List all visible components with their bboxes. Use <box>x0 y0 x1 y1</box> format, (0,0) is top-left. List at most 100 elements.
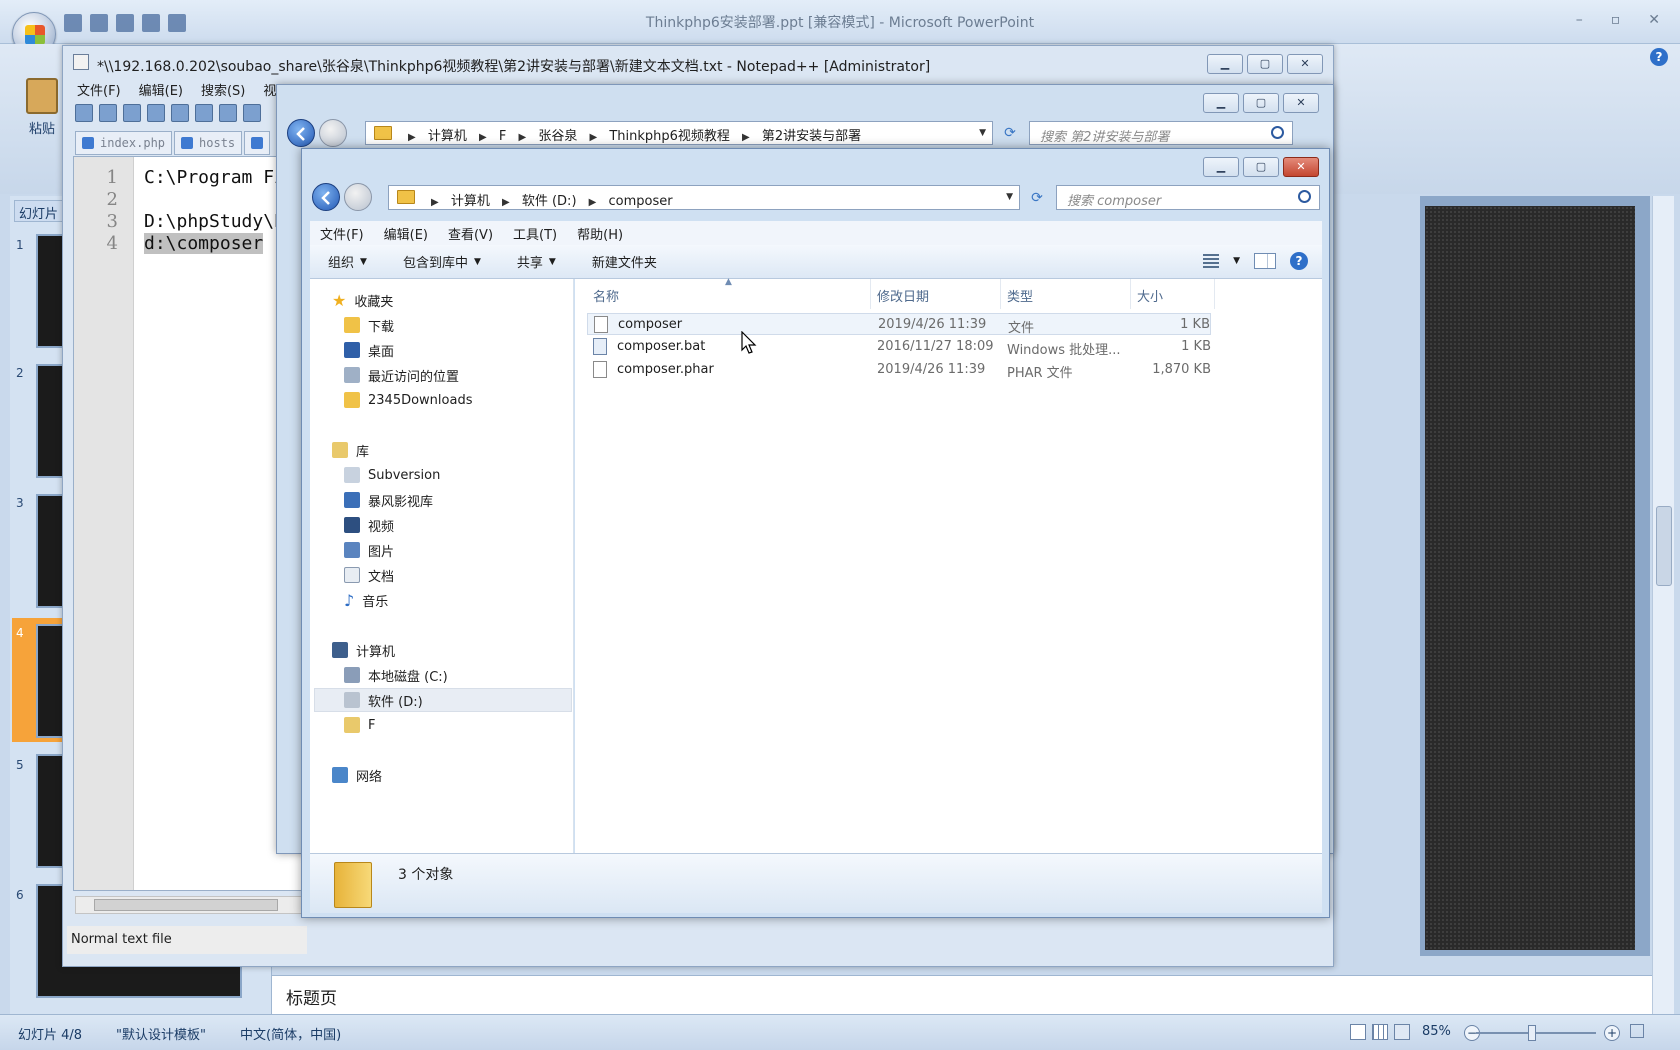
save-all-icon[interactable] <box>147 104 165 122</box>
nav-subversion[interactable]: Subversion <box>344 464 440 486</box>
breadcrumb-item[interactable]: 软件 (D:) <box>522 194 577 209</box>
cut-icon[interactable] <box>243 104 261 122</box>
breadcrumb-item[interactable]: 第2讲安装与部署 <box>762 129 861 144</box>
close-icon[interactable]: ✕ <box>1287 54 1323 74</box>
help-icon[interactable]: ? <box>1290 252 1308 270</box>
print-preview-icon[interactable] <box>168 14 186 32</box>
new-folder-button[interactable]: 新建文件夹 <box>574 252 675 271</box>
open-file-icon[interactable] <box>99 104 117 122</box>
minimize-icon[interactable]: ▁ <box>1203 93 1239 113</box>
nav-2345downloads[interactable]: 2345Downloads <box>344 389 472 411</box>
preview-pane-icon[interactable] <box>1254 253 1276 269</box>
nav-drive-c[interactable]: 本地磁盘 (C:) <box>344 664 448 686</box>
zoom-slider-thumb[interactable] <box>1528 1025 1536 1041</box>
nav-documents[interactable]: 文档 <box>344 564 394 586</box>
maximize-icon[interactable]: ▫ <box>1611 12 1621 28</box>
back-button[interactable] <box>312 183 340 211</box>
minimize-icon[interactable]: ▁ <box>1207 54 1243 74</box>
address-bar[interactable]: ▶ 计算机 ▶ 软件 (D:) ▶ composer ▼ <box>388 185 1020 210</box>
tab-hosts[interactable]: hosts <box>174 131 243 155</box>
save-icon[interactable] <box>64 14 82 32</box>
horizontal-scrollbar[interactable] <box>75 896 303 914</box>
nav-network[interactable]: 网络 <box>332 764 382 786</box>
search-input[interactable]: 搜索 第2讲安装与部署 <box>1029 121 1293 145</box>
menu-view[interactable]: 查看(V) <box>438 221 503 245</box>
menu-search[interactable]: 搜索(S) <box>201 80 245 102</box>
maximize-icon[interactable]: ▢ <box>1243 93 1279 113</box>
chevron-down-icon[interactable]: ▼ <box>979 128 986 138</box>
close-icon[interactable]: ✕ <box>1283 93 1319 113</box>
breadcrumb-item[interactable]: composer <box>609 194 673 209</box>
breadcrumb-item[interactable]: 张谷泉 <box>538 129 577 144</box>
chevron-down-icon[interactable]: ▼ <box>1233 256 1240 266</box>
nav-desktop[interactable]: 桌面 <box>344 339 394 361</box>
nav-libraries[interactable]: 库 <box>332 439 369 461</box>
scrollbar-thumb[interactable] <box>1656 506 1672 586</box>
close-file-icon[interactable] <box>171 104 189 122</box>
file-row[interactable]: composer.phar 2019/4/26 11:39 PHAR 文件 1,… <box>587 359 1211 381</box>
save-icon[interactable] <box>123 104 141 122</box>
nav-recent-places[interactable]: 最近访问的位置 <box>344 364 459 386</box>
tab-current[interactable] <box>244 131 271 155</box>
notepad-editor[interactable]: 1 2 3 4 C:\Program Fi D:\phpStudy\PH d:\… <box>73 156 303 891</box>
undo-icon[interactable] <box>90 14 108 32</box>
menu-file[interactable]: 文件(F) <box>310 221 374 245</box>
close-icon[interactable]: ✕ <box>1648 12 1660 28</box>
menu-help[interactable]: 帮助(H) <box>567 221 633 245</box>
redo-icon[interactable] <box>116 14 134 32</box>
refresh-icon[interactable]: ⟳ <box>1026 187 1048 209</box>
zoom-slider[interactable] <box>1476 1032 1596 1034</box>
nav-pictures[interactable]: 图片 <box>344 539 394 561</box>
paste-button[interactable]: 粘贴 <box>18 78 66 148</box>
sorter-view-icon[interactable] <box>1372 1024 1388 1040</box>
menu-tools[interactable]: 工具(T) <box>503 221 567 245</box>
nav-downloads[interactable]: 下载 <box>344 314 394 336</box>
organize-button[interactable]: 组织 ▼ <box>310 252 385 271</box>
share-button[interactable]: 共享 ▼ <box>499 252 574 271</box>
breadcrumb-item[interactable]: F <box>499 129 506 144</box>
maximize-icon[interactable]: ▢ <box>1243 157 1279 177</box>
column-type[interactable]: 类型 <box>1001 279 1131 309</box>
nav-music[interactable]: ♪ 音乐 <box>344 589 388 611</box>
search-icon[interactable] <box>1271 126 1284 139</box>
nav-baofeng-library[interactable]: 暴风影视库 <box>344 489 433 511</box>
zoom-level[interactable]: 85% <box>1422 1024 1451 1039</box>
help-icon[interactable]: ? <box>1650 48 1668 66</box>
normal-view-icon[interactable] <box>1350 1024 1366 1040</box>
column-size[interactable]: 大小 <box>1131 279 1215 309</box>
fit-window-icon[interactable] <box>1630 1024 1644 1038</box>
search-input[interactable]: 搜索 composer <box>1056 185 1320 210</box>
forward-button[interactable] <box>319 119 347 147</box>
address-bar[interactable]: ▶ 计算机 ▶ F ▶ 张谷泉 ▶ Thinkphp6视频教程 ▶ 第2讲安装与… <box>365 121 993 145</box>
nav-videos[interactable]: 视频 <box>344 514 394 536</box>
nav-drive-d[interactable]: 软件 (D:) <box>344 689 423 711</box>
breadcrumb-item[interactable]: 计算机 <box>451 194 490 209</box>
menu-edit[interactable]: 编辑(E) <box>374 221 438 245</box>
notes-pane[interactable]: 标题页 <box>272 975 1652 1015</box>
print-icon[interactable] <box>219 104 237 122</box>
breadcrumb-item[interactable]: Thinkphp6视频教程 <box>609 129 730 144</box>
breadcrumb-item[interactable]: 计算机 <box>428 129 467 144</box>
search-icon[interactable] <box>1298 190 1311 203</box>
slide-canvas[interactable] <box>1425 206 1635 950</box>
nav-drive-f[interactable]: F <box>344 714 375 736</box>
nav-favorites[interactable]: ★ 收藏夹 <box>332 289 393 311</box>
back-button[interactable] <box>287 119 315 147</box>
new-file-icon[interactable] <box>75 104 93 122</box>
include-in-library-button[interactable]: 包含到库中 ▼ <box>385 252 499 271</box>
forward-button[interactable] <box>344 183 372 211</box>
menu-edit[interactable]: 编辑(E) <box>139 80 183 102</box>
minimize-icon[interactable]: – <box>1576 12 1583 28</box>
slideshow-view-icon[interactable] <box>1394 1024 1410 1040</box>
close-all-icon[interactable] <box>195 104 213 122</box>
file-row[interactable]: composer 2019/4/26 11:39 文件 1 KB <box>587 313 1211 336</box>
file-row[interactable]: composer.bat 2016/11/27 18:09 Windows 批处… <box>587 336 1211 358</box>
minimize-icon[interactable]: ▁ <box>1203 157 1239 177</box>
column-date-modified[interactable]: 修改日期 <box>871 279 1001 309</box>
scrollbar-thumb[interactable] <box>94 899 278 911</box>
print-icon[interactable] <box>142 14 160 32</box>
maximize-icon[interactable]: ▢ <box>1247 54 1283 74</box>
change-view-icon[interactable] <box>1203 254 1220 268</box>
nav-computer[interactable]: 计算机 <box>332 639 395 661</box>
menu-file[interactable]: 文件(F) <box>77 80 121 102</box>
